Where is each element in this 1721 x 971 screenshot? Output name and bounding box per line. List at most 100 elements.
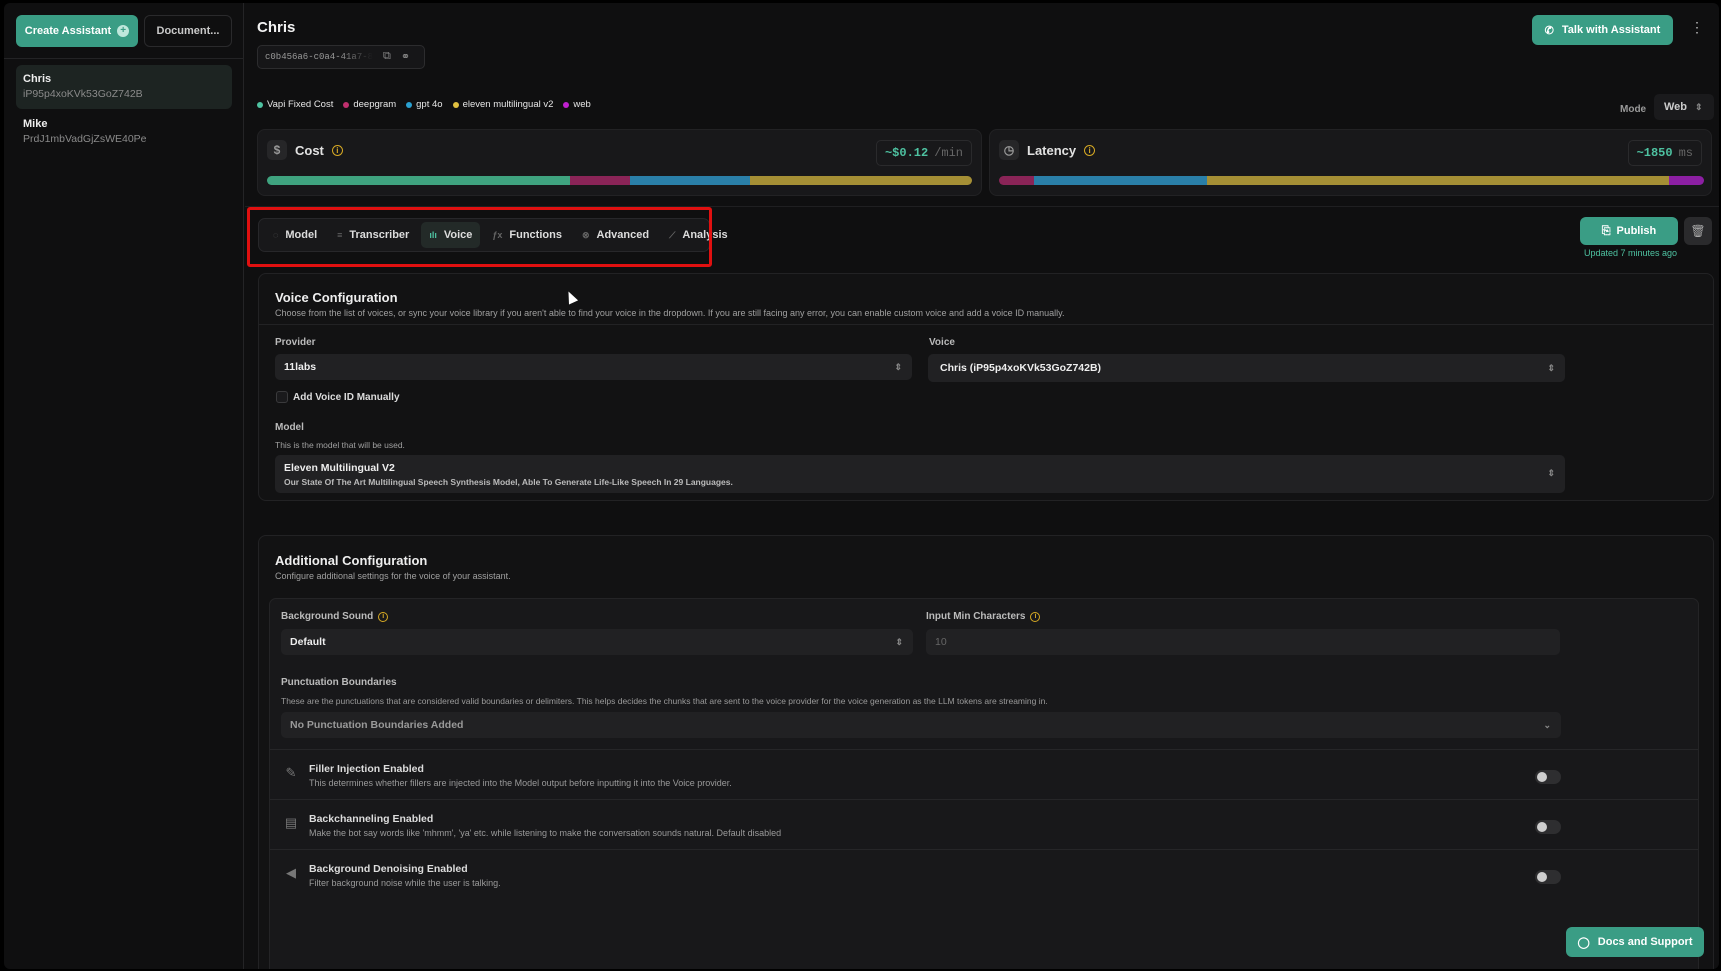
cost-label: Cost (295, 142, 324, 158)
backchanneling-desc: Make the bot say words like 'mhmm', 'ya'… (309, 828, 782, 838)
bar-segment (570, 176, 631, 185)
legend-item: eleven multilingual v2 (452, 99, 554, 110)
cost-value: ~$0.12/min (875, 140, 972, 166)
link-icon[interactable]: ⚭ (401, 50, 410, 64)
assistant-name: Chris (23, 73, 52, 85)
legend-dot (406, 101, 413, 108)
assistant-name: Mike (23, 118, 48, 130)
info-icon[interactable]: i (1084, 144, 1096, 156)
publish-label: Publish (1616, 225, 1657, 237)
punctuation-value: No Punctuation Boundaries Added (290, 719, 464, 731)
provider-label: Provider (275, 337, 316, 348)
model-help: This is the model that will be used. (275, 440, 405, 450)
cost-legend: Vapi Fixed Cost deepgram gpt 4o eleven m… (257, 99, 591, 110)
voice-configuration-panel: Voice Configuration Choose from the list… (258, 273, 1714, 501)
cost-card: $ Cost i ~$0.12/min (257, 129, 982, 196)
bar-segment (749, 176, 972, 185)
background-sound-label-group: Background Sound i (281, 611, 389, 622)
delete-button[interactable]: 🗑 (1684, 217, 1712, 245)
updown-icon: ⇕ (1547, 468, 1555, 478)
info-icon[interactable]: i (331, 144, 343, 156)
chat-bubbles-icon: ▤ (284, 815, 298, 830)
legend-item: gpt 4o (406, 99, 443, 110)
copy-icon[interactable]: ⧉ (383, 51, 391, 63)
publish-button[interactable]: ⎘ Publish (1580, 217, 1678, 245)
row-divider (270, 849, 1698, 850)
updated-timestamp: Updated 7 minutes ago (1584, 248, 1678, 258)
legend-label: eleven multilingual v2 (462, 99, 554, 110)
updown-icon: ⇕ (1547, 362, 1555, 373)
bar-segment (999, 176, 1035, 185)
input-min-chars-label-group: Input Min Characters i (926, 611, 1041, 622)
legend-label: Vapi Fixed Cost (267, 99, 334, 110)
latency-amount: ~1850 (1636, 146, 1673, 160)
filler-injection-toggle[interactable] (1535, 770, 1561, 784)
updown-icon: ⇕ (1695, 101, 1703, 112)
background-sound-label: Background Sound (281, 611, 374, 622)
cost-breakdown-bar (267, 176, 972, 185)
input-min-chars-field[interactable]: 10 (926, 629, 1560, 655)
additional-config-subtitle: Configure additional settings for the vo… (275, 571, 511, 581)
talk-label: Talk with Assistant (1561, 24, 1661, 36)
cost-amount: ~$0.12 (884, 146, 929, 160)
phone-icon: ✆ (1544, 24, 1554, 37)
documents-button[interactable]: Document... (144, 15, 232, 47)
speaker-icon: ◀ (286, 865, 296, 880)
docs-and-support-label: Docs and Support (1597, 936, 1693, 948)
create-assistant-button[interactable]: Create Assistant + (16, 15, 138, 47)
legend-label: gpt 4o (416, 99, 443, 110)
legend-item: web (563, 99, 591, 110)
plus-icon: + (117, 25, 130, 37)
bar-segment (630, 176, 750, 185)
add-voice-id-checkbox[interactable] (276, 391, 288, 403)
row-divider (270, 749, 1698, 750)
latency-unit: ms (1678, 146, 1693, 160)
latency-card: ◷ Latency i ~1850 ms (989, 129, 1712, 196)
input-min-chars-label: Input Min Characters (926, 611, 1026, 622)
additional-config-title: Additional Configuration (275, 553, 428, 568)
voice-config-title: Voice Configuration (275, 290, 398, 305)
input-min-chars-placeholder: 10 (935, 636, 947, 648)
background-denoising-title: Background Denoising Enabled (309, 863, 468, 875)
legend-dot (343, 101, 350, 108)
sidebar-item-chris[interactable]: Chris iP95p4xoKVk53GoZ742B (16, 65, 232, 109)
info-icon[interactable]: i (378, 611, 389, 622)
assistant-id-pill: c0b456a6-c0a4-41a7-8c ⧉ ⚭ (257, 45, 425, 69)
backchanneling-toggle[interactable] (1535, 820, 1561, 834)
bar-segment (1668, 176, 1704, 185)
assistant-id: PrdJ1mbVadGjZsWE40Pe (23, 133, 147, 145)
legend-item: Vapi Fixed Cost (257, 99, 333, 110)
legend-dot (452, 101, 459, 108)
more-options-icon[interactable]: ⋮ (1690, 19, 1704, 36)
provider-select[interactable]: 11labs ⇕ (275, 354, 912, 380)
assistant-id-text: c0b456a6-c0a4-41a7-8c (265, 52, 373, 62)
info-icon[interactable]: i (1030, 611, 1041, 622)
highlight-box (247, 207, 712, 267)
provider-value: 11labs (284, 361, 317, 373)
cost-unit: /min (934, 146, 963, 160)
voice-value: Chris (iP95p4xoKVk53GoZ742B) (940, 362, 1102, 374)
voice-select[interactable]: Chris (iP95p4xoKVk53GoZ742B) ⇕ (928, 354, 1565, 382)
backchanneling-title: Backchanneling Enabled (309, 813, 434, 825)
docs-and-support-button[interactable]: ◯ Docs and Support (1566, 927, 1704, 957)
dollar-icon: $ (267, 140, 287, 160)
sidebar-item-mike[interactable]: Mike PrdJ1mbVadGjZsWE40Pe (16, 110, 232, 154)
chat-icon: ◯ (1577, 936, 1590, 949)
cost-label-group: $ Cost i (267, 140, 343, 160)
punctuation-help: These are the punctuations that are cons… (281, 696, 1048, 706)
background-denoising-toggle[interactable] (1535, 870, 1561, 884)
updown-icon: ⇕ (895, 636, 903, 647)
model-select[interactable]: Eleven Multilingual V2 Our State Of The … (275, 455, 1565, 493)
punctuation-select[interactable]: No Punctuation Boundaries Added ⌄ (281, 712, 1561, 738)
filler-injection-desc: This determines whether fillers are inje… (309, 778, 732, 788)
panel-divider (259, 324, 1713, 325)
mode-select[interactable]: Web ⇕ (1654, 94, 1714, 120)
background-sound-select[interactable]: Default ⇕ (281, 629, 913, 655)
model-value: Eleven Multilingual V2 (284, 462, 395, 474)
sidebar: Create Assistant + Document... Chris iP9… (4, 3, 244, 969)
model-description: Our State Of The Art Multilingual Speech… (284, 477, 733, 487)
talk-with-assistant-button[interactable]: ✆ Talk with Assistant (1532, 15, 1673, 45)
legend-dot (563, 101, 570, 108)
legend-item: deepgram (343, 99, 396, 110)
filler-injection-title: Filler Injection Enabled (309, 763, 424, 775)
